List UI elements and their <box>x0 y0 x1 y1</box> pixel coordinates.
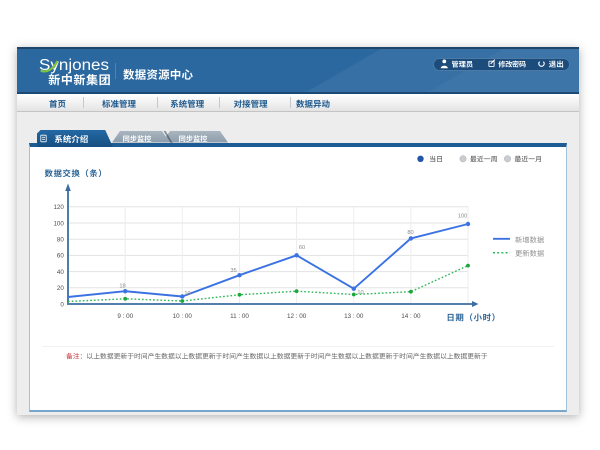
svg-text:10: 10 <box>184 291 190 297</box>
svg-text:10 : 00: 10 : 00 <box>173 313 193 320</box>
svg-text:80: 80 <box>407 230 413 236</box>
svg-text:35: 35 <box>230 268 236 274</box>
svg-text:11 : 00: 11 : 00 <box>230 313 249 320</box>
svg-text:14 : 00: 14 : 00 <box>401 313 421 320</box>
svg-text:120: 120 <box>53 204 64 211</box>
svg-text:9 : 00: 9 : 00 <box>117 313 133 320</box>
svg-text:13 : 00: 13 : 00 <box>344 313 364 320</box>
svg-text:0: 0 <box>60 301 64 308</box>
svg-text:18: 18 <box>119 284 125 290</box>
svg-text:100: 100 <box>53 220 64 227</box>
svg-text:100: 100 <box>458 214 468 220</box>
svg-text:20: 20 <box>57 285 64 292</box>
svg-text:40: 40 <box>57 269 64 276</box>
svg-text:10: 10 <box>357 290 363 296</box>
svg-text:12 : 00: 12 : 00 <box>287 313 307 320</box>
svg-text:80: 80 <box>57 237 64 244</box>
svg-text:Synjones: Synjones <box>39 57 109 74</box>
svg-text:60: 60 <box>57 253 64 260</box>
svg-text:60: 60 <box>299 245 305 251</box>
